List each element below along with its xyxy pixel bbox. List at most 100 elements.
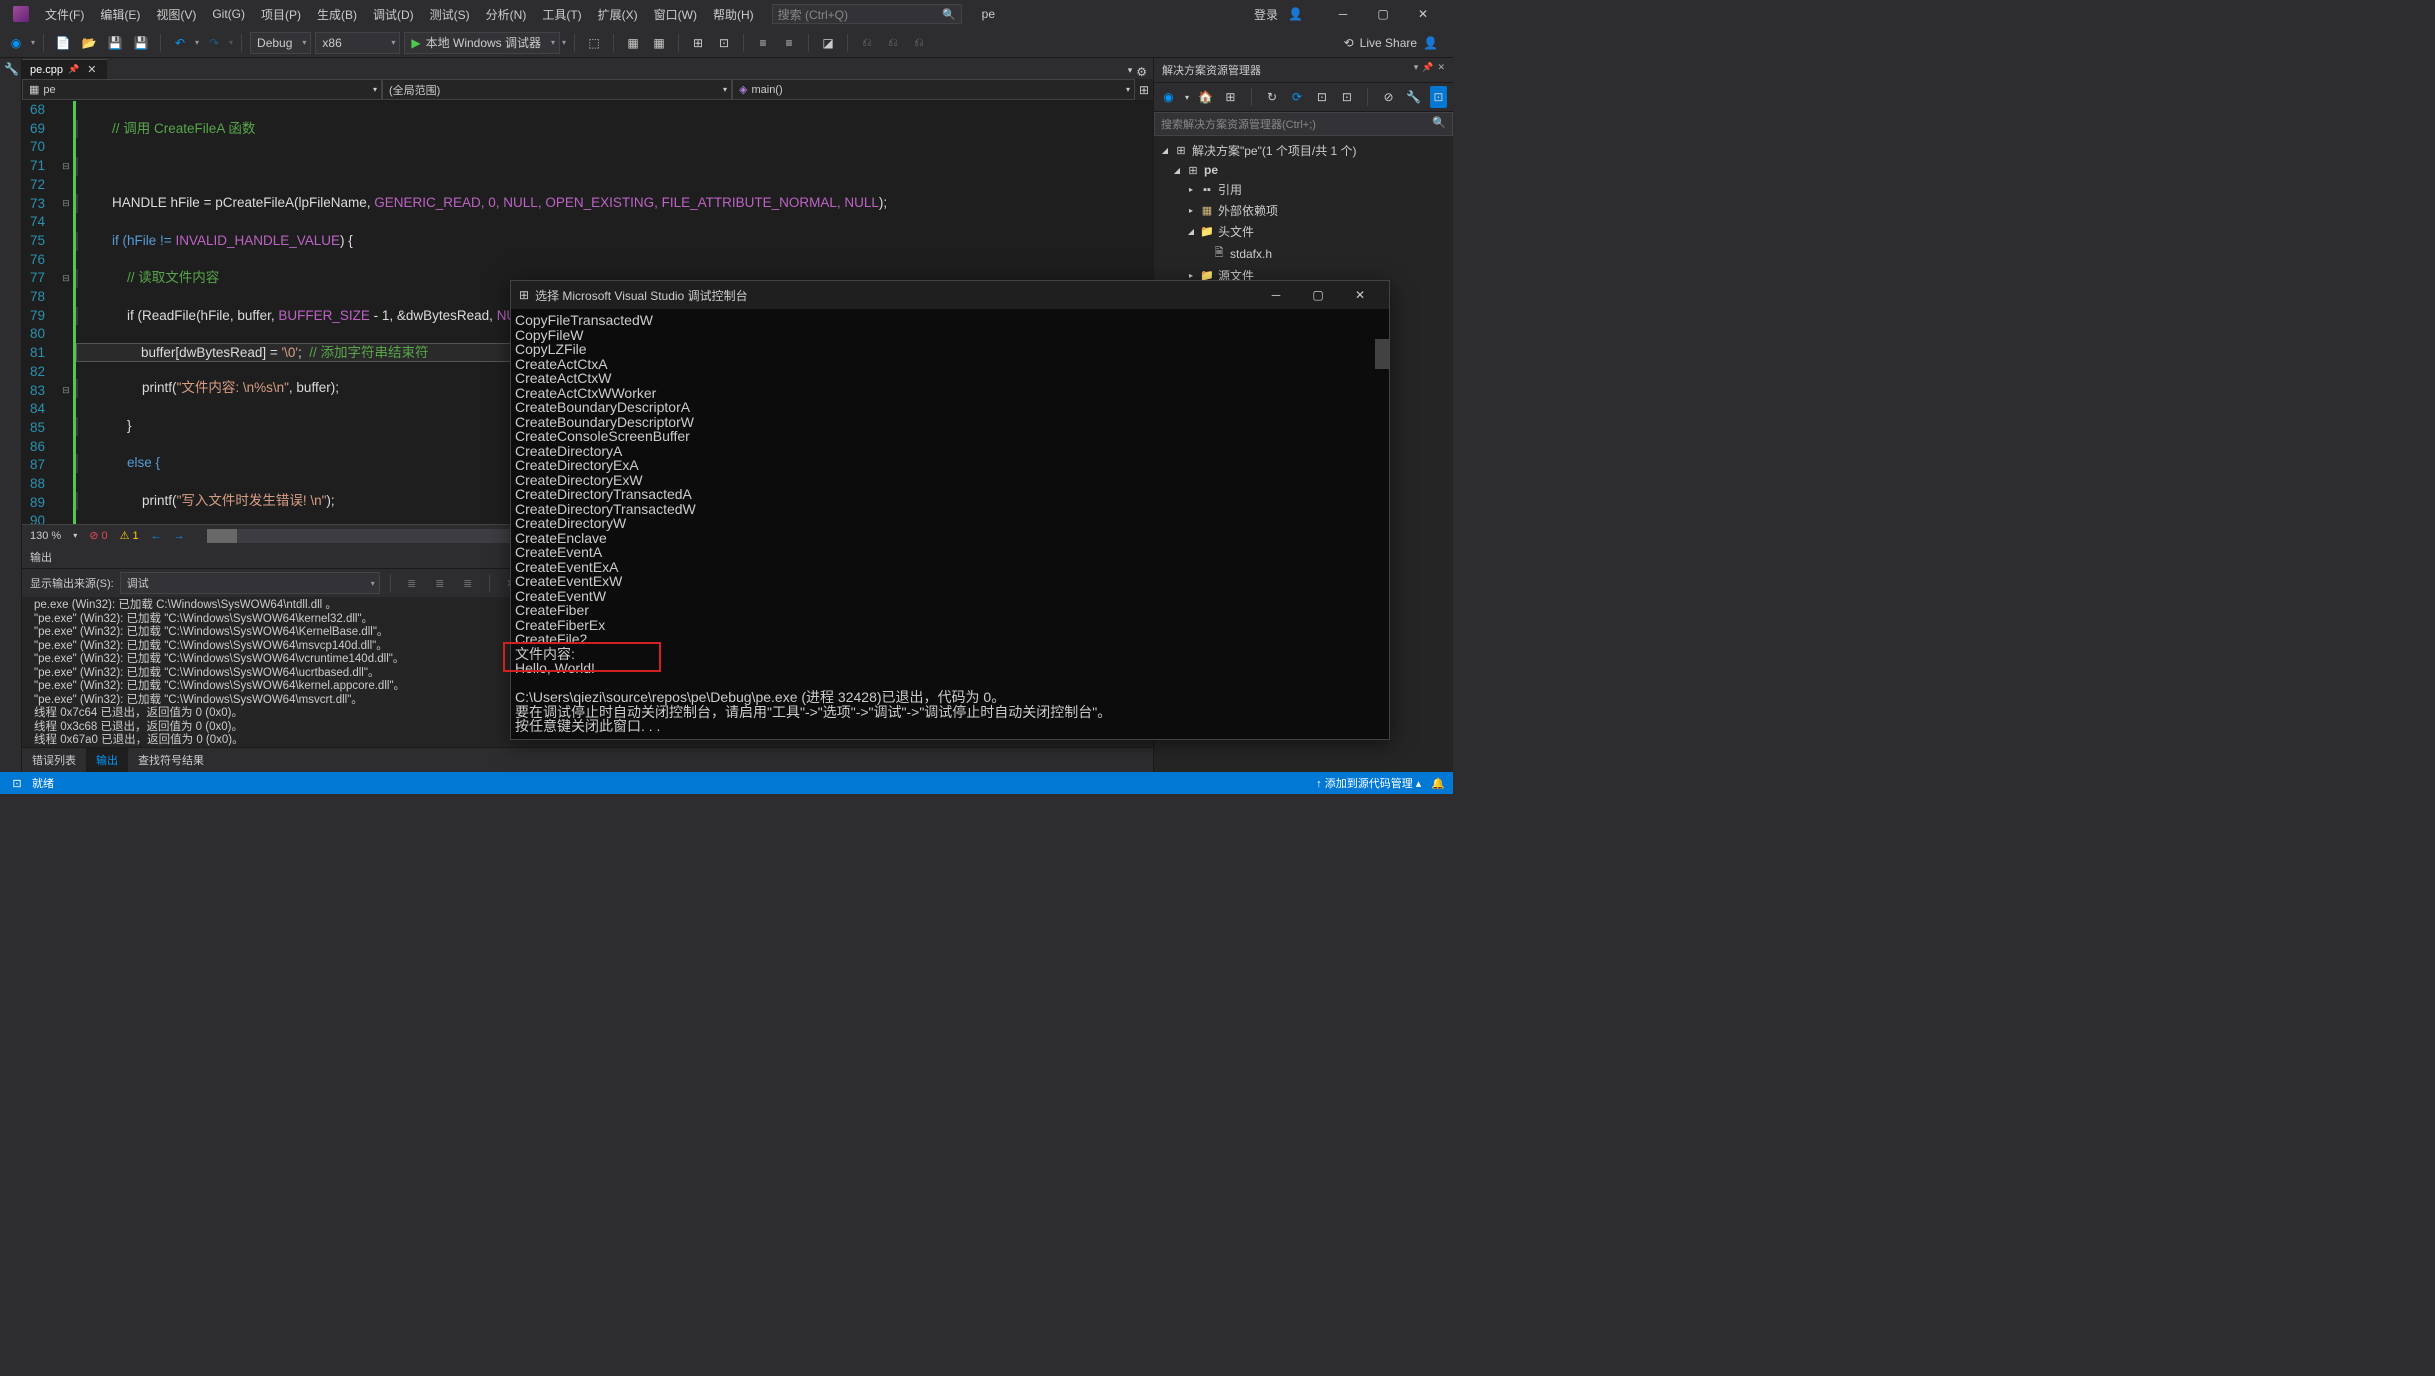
save-all-icon[interactable]: 💾: [130, 32, 152, 54]
menu-git[interactable]: Git(G): [204, 3, 253, 25]
menu-edit[interactable]: 编辑(E): [92, 2, 148, 27]
sol-tb-4[interactable]: ⊡: [1338, 86, 1355, 108]
tb-icon-2[interactable]: ▦: [622, 32, 644, 54]
user-avatar-icon[interactable]: 👤: [1423, 36, 1438, 50]
tb-icon-1[interactable]: ⬚: [583, 32, 605, 54]
notifications-icon[interactable]: 🔔: [1431, 777, 1445, 790]
nav-scope[interactable]: ▦ pe: [22, 79, 382, 100]
undo-icon[interactable]: ↶: [169, 32, 191, 54]
nav-function[interactable]: ◈ main(): [732, 79, 1135, 100]
menu-window[interactable]: 窗口(W): [646, 2, 705, 27]
output-tb-3[interactable]: ≣: [457, 572, 479, 594]
console-body[interactable]: CopyFileTransactedWCopyFileWCopyLZFileCr…: [511, 309, 1389, 738]
tb-icon-6[interactable]: ≡: [752, 32, 774, 54]
line-numbers: 6869707172737475767778798081828384858687…: [22, 101, 59, 524]
start-debug-button[interactable]: ▶ 本地 Windows 调试器: [404, 32, 560, 54]
tb-icon-4[interactable]: ⊞: [687, 32, 709, 54]
sol-tb-3[interactable]: ⊡: [1313, 86, 1330, 108]
sol-tb-back[interactable]: ◉: [1160, 86, 1177, 108]
nav-member[interactable]: (全局范围): [382, 79, 732, 100]
toolbox-icon[interactable]: 🔧: [0, 58, 21, 80]
window-maximize[interactable]: ▢: [1363, 0, 1403, 28]
tab-find-results[interactable]: 查找符号结果: [128, 748, 214, 772]
console-close[interactable]: ✕: [1339, 281, 1381, 309]
sol-tb-6[interactable]: ⊡: [1430, 86, 1447, 108]
sol-tb-5[interactable]: ⊘: [1380, 86, 1397, 108]
window-close[interactable]: ✕: [1403, 0, 1443, 28]
output-tb-1[interactable]: ≣: [401, 572, 423, 594]
output-source-dropdown[interactable]: 调试: [120, 572, 380, 594]
tb-icon-5[interactable]: ⊡: [713, 32, 735, 54]
nav-split-icon[interactable]: ⊞: [1135, 79, 1153, 100]
tree-project[interactable]: ◢⊞pe: [1154, 161, 1453, 179]
zoom-level[interactable]: 130 %: [30, 530, 61, 542]
fold-gutter[interactable]: ⊟⊟⊟⊟: [59, 101, 73, 524]
sol-close-icon[interactable]: ✕: [1437, 62, 1445, 78]
console-icon: ⊞: [519, 288, 529, 302]
left-toolbox-gutter[interactable]: 🔧: [0, 58, 22, 772]
sol-dropdown-icon[interactable]: ▾: [1414, 62, 1419, 78]
menu-project[interactable]: 项目(P): [253, 2, 309, 27]
output-tb-2[interactable]: ≣: [429, 572, 451, 594]
error-count[interactable]: ⊘0: [89, 529, 107, 542]
open-icon[interactable]: 📂: [78, 32, 100, 54]
menu-tools[interactable]: 工具(T): [534, 2, 589, 27]
warning-count[interactable]: ⚠1: [120, 529, 139, 542]
nav-next-icon[interactable]: →: [174, 530, 185, 542]
solution-icon: ⊞: [1174, 144, 1188, 157]
tab-output[interactable]: 输出: [86, 748, 128, 772]
sol-tb-1[interactable]: ↻: [1264, 86, 1281, 108]
tb-icon-11[interactable]: ⎌: [908, 32, 930, 54]
repo-status-icon[interactable]: ⊡: [8, 772, 26, 794]
tree-external[interactable]: ▸▦外部依赖项: [1154, 200, 1453, 221]
nav-prev-icon[interactable]: ←: [151, 530, 162, 542]
liveshare-button[interactable]: Live Share: [1360, 36, 1417, 50]
tab-dropdown-icon[interactable]: ▾: [1128, 65, 1133, 79]
console-scrollbar[interactable]: [1375, 339, 1389, 369]
tb-icon-8[interactable]: ◪: [817, 32, 839, 54]
menu-view[interactable]: 视图(V): [148, 2, 204, 27]
menu-build[interactable]: 生成(B): [309, 2, 365, 27]
tb-icon-7[interactable]: ≡: [778, 32, 800, 54]
source-control-button[interactable]: ↑ 添加到源代码管理 ▴: [1316, 775, 1421, 791]
tab-settings-icon[interactable]: ⚙: [1136, 65, 1147, 79]
tree-references[interactable]: ▸▪▪引用: [1154, 179, 1453, 200]
search-input[interactable]: 搜索 (Ctrl+Q) 🔍: [772, 4, 962, 24]
platform-dropdown[interactable]: x86: [315, 32, 400, 54]
tab-pe-cpp[interactable]: pe.cpp 📌 ✕: [22, 59, 107, 79]
nav-back-icon[interactable]: ◉: [5, 32, 27, 54]
console-maximize[interactable]: ▢: [1297, 281, 1339, 309]
save-icon[interactable]: 💾: [104, 32, 126, 54]
tb-icon-10[interactable]: ⎌: [882, 32, 904, 54]
new-project-icon[interactable]: 📄: [52, 32, 74, 54]
func-icon: ◈: [739, 83, 747, 96]
login-button[interactable]: 登录: [1254, 6, 1278, 23]
tab-pin-icon[interactable]: 📌: [68, 64, 79, 75]
sol-tb-sync[interactable]: ⊞: [1222, 86, 1239, 108]
sol-tb-2[interactable]: ⟳: [1289, 86, 1306, 108]
solution-search[interactable]: 搜索解决方案资源管理器(Ctrl+;) 🔍: [1154, 112, 1453, 136]
sol-tb-wrench[interactable]: 🔧: [1405, 86, 1422, 108]
solution-title: 解决方案资源管理器: [1162, 62, 1261, 78]
window-minimize[interactable]: ─: [1323, 0, 1363, 28]
redo-icon[interactable]: ↷: [203, 32, 225, 54]
tree-headers[interactable]: ◢📁头文件: [1154, 221, 1453, 242]
menu-analyze[interactable]: 分析(N): [478, 2, 535, 27]
config-dropdown[interactable]: Debug: [250, 32, 311, 54]
tree-stdafx[interactable]: 🗎stdafx.h: [1154, 242, 1453, 265]
tb-icon-3[interactable]: ▦: [648, 32, 670, 54]
sol-tb-home[interactable]: 🏠: [1197, 86, 1214, 108]
tab-error-list[interactable]: 错误列表: [22, 748, 86, 772]
tb-icon-9[interactable]: ⎌: [856, 32, 878, 54]
menu-debug[interactable]: 调试(D): [365, 2, 422, 27]
sol-pin-icon[interactable]: 📌: [1422, 62, 1433, 78]
tab-close-icon[interactable]: ✕: [84, 63, 99, 76]
console-minimize[interactable]: ─: [1255, 281, 1297, 309]
menu-test[interactable]: 测试(S): [422, 2, 478, 27]
tree-solution-root[interactable]: ◢⊞解决方案"pe"(1 个项目/共 1 个): [1154, 140, 1453, 161]
menu-help[interactable]: 帮助(H): [705, 2, 762, 27]
user-icon[interactable]: 👤: [1288, 7, 1303, 21]
menu-file[interactable]: 文件(F): [37, 2, 92, 27]
menu-extensions[interactable]: 扩展(X): [590, 2, 646, 27]
scope-icon: ▦: [29, 83, 39, 96]
